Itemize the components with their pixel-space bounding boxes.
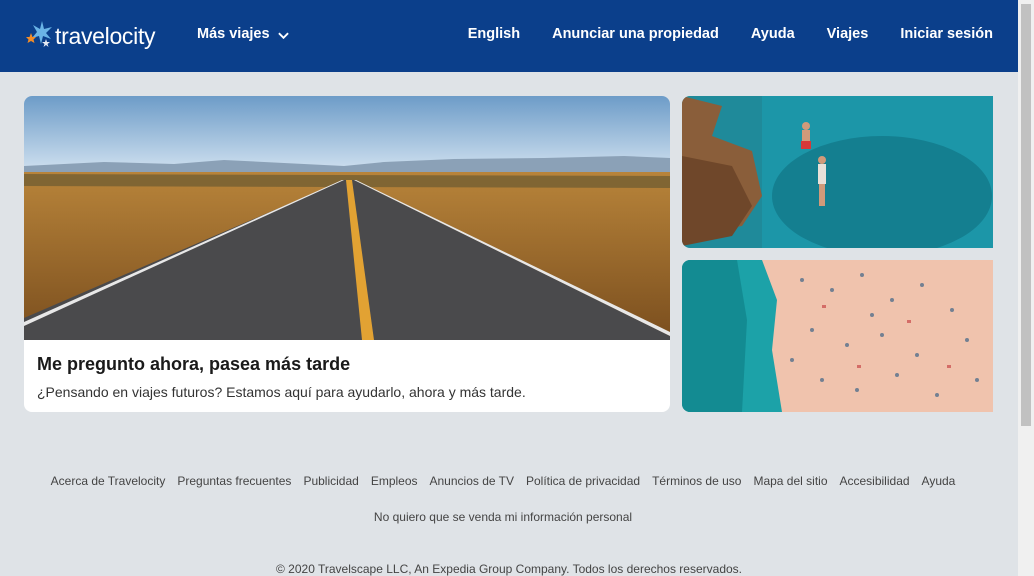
page-scrollbar[interactable]: [1018, 0, 1034, 576]
cliff-jump-photo: [682, 96, 993, 248]
footer-links: Acerca de Travelocity Preguntas frecuent…: [0, 474, 1006, 488]
footer-link-tv-ads[interactable]: Anuncios de TV: [430, 474, 515, 488]
nav-help[interactable]: Ayuda: [751, 26, 795, 42]
footer-link-privacy-policy[interactable]: Política de privacidad: [526, 474, 640, 488]
do-not-sell-link[interactable]: No quiero que se venda mi información pe…: [0, 510, 1006, 524]
footer-link-help[interactable]: Ayuda: [922, 474, 956, 488]
beach-aerial-image[interactable]: [682, 260, 993, 412]
chevron-down-icon: [277, 29, 289, 40]
top-nav-bar: travelocity Más viajes English Anunciar …: [0, 0, 1018, 72]
travelocity-logo[interactable]: travelocity: [24, 18, 156, 54]
footer-link-jobs[interactable]: Empleos: [371, 474, 418, 488]
footer-link-faq[interactable]: Preguntas frecuentes: [177, 474, 291, 488]
hero-road-image: [24, 96, 670, 340]
more-trips-dropdown[interactable]: Más viajes: [197, 26, 289, 42]
nav-list-property[interactable]: Anunciar una propiedad: [552, 26, 719, 42]
nav-language[interactable]: English: [468, 26, 520, 42]
beach-aerial-photo: [682, 260, 993, 412]
footer-link-about[interactable]: Acerca de Travelocity: [51, 474, 166, 488]
nav-trips[interactable]: Viajes: [827, 26, 869, 42]
cliff-jump-image[interactable]: [682, 96, 993, 248]
scrollbar-thumb[interactable]: [1021, 4, 1031, 426]
nav-sign-in[interactable]: Iniciar sesión: [900, 26, 993, 42]
hero-card[interactable]: Me pregunto ahora, pasea más tarde ¿Pens…: [24, 96, 670, 412]
footer-link-terms[interactable]: Términos de uso: [652, 474, 741, 488]
logo-wordmark: travelocity: [55, 22, 156, 49]
footer-link-sitemap[interactable]: Mapa del sitio: [753, 474, 827, 488]
copyright-text: © 2020 Travelscape LLC, An Expedia Group…: [276, 562, 742, 576]
header-nav: English Anunciar una propiedad Ayuda Via…: [436, 26, 993, 42]
travelocity-star-logo-icon: [24, 19, 54, 54]
more-trips-label: Más viajes: [197, 26, 270, 42]
hero-title: Me pregunto ahora, pasea más tarde: [37, 354, 351, 374]
footer-link-accessibility[interactable]: Accesibilidad: [840, 474, 910, 488]
footer-link-advertising[interactable]: Publicidad: [303, 474, 358, 488]
hero-subtitle: ¿Pensando en viajes futuros? Estamos aqu…: [37, 384, 526, 400]
